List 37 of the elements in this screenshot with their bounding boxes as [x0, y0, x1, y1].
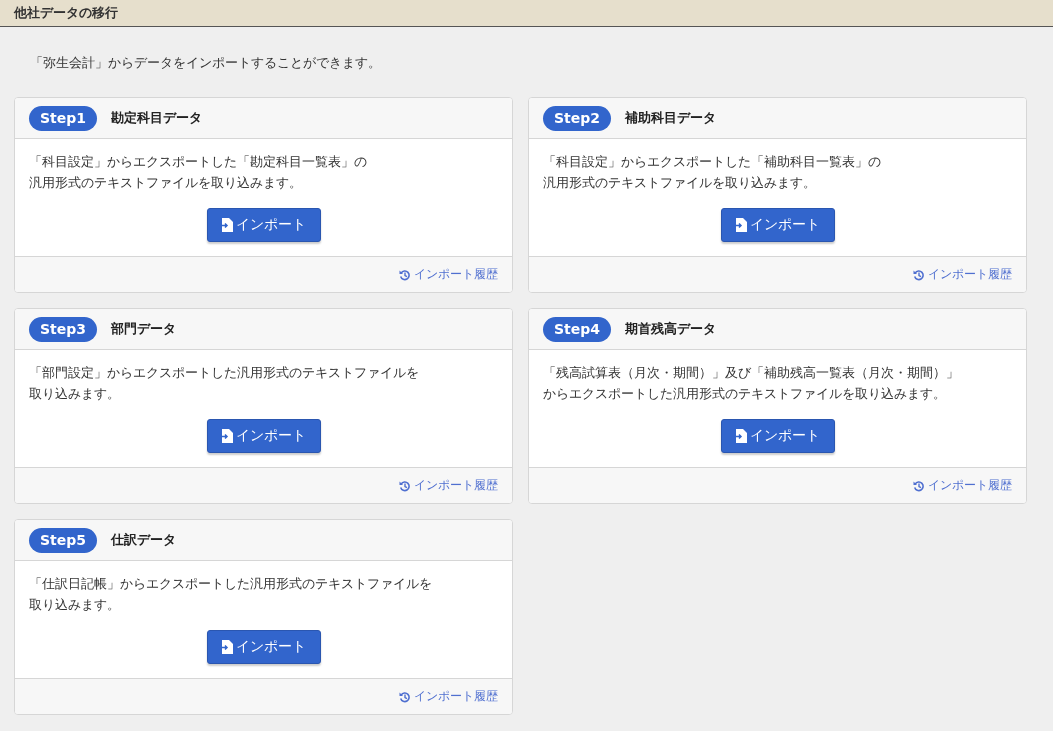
- page-title: 他社データの移行: [14, 4, 118, 22]
- card-title: 仕訳データ: [111, 531, 177, 549]
- card-description: 「科目設定」からエクスポートした「補助科目一覧表」の 汎用形式のテキストファイルを取り込みます。: [543, 153, 881, 192]
- history-icon: [913, 268, 925, 281]
- step-badge: Step4: [543, 316, 612, 342]
- card-description: 「残高試算表（月次・期間）」及び「補助残高一覧表（月次・期間）」 からエクスポートした汎用形式のテキストファイルを取り込みます。: [543, 364, 959, 403]
- file-import-icon: [221, 640, 233, 654]
- history-link[interactable]: インポート履歴: [399, 688, 498, 705]
- history-link[interactable]: インポート履歴: [913, 477, 1012, 494]
- card-description: 「科目設定」からエクスポートした「勘定科目一覧表」の 汎用形式のテキストファイルを取り込みます。: [29, 153, 367, 192]
- file-import-icon: [735, 218, 747, 232]
- history-icon: [399, 479, 411, 492]
- history-icon: [913, 479, 925, 492]
- import-button[interactable]: インポート: [720, 419, 835, 453]
- history-link[interactable]: インポート履歴: [913, 266, 1012, 283]
- card-description: 「仕訳日記帳」からエクスポートした汎用形式のテキストファイルを 取り込みます。: [29, 575, 432, 614]
- step-badge: Step5: [29, 527, 98, 553]
- card-title: 部門データ: [111, 320, 177, 338]
- history-link[interactable]: インポート履歴: [399, 266, 498, 283]
- import-button[interactable]: インポート: [720, 208, 835, 242]
- card-title: 補助科目データ: [625, 109, 717, 127]
- import-button[interactable]: インポート: [206, 630, 321, 664]
- card-title: 期首残高データ: [625, 320, 717, 338]
- step-badge: Step2: [543, 105, 612, 131]
- history-icon: [399, 268, 411, 281]
- card-title: 勘定科目データ: [111, 109, 203, 127]
- history-icon: [399, 690, 411, 703]
- intro-text: 「弥生会計」からデータをインポートすることができます。: [30, 54, 381, 72]
- file-import-icon: [735, 429, 747, 443]
- import-button[interactable]: インポート: [206, 419, 321, 453]
- import-button[interactable]: インポート: [206, 208, 321, 242]
- card-description: 「部門設定」からエクスポートした汎用形式のテキストファイルを 取り込みます。: [29, 364, 419, 403]
- file-import-icon: [221, 218, 233, 232]
- history-link[interactable]: インポート履歴: [399, 477, 498, 494]
- step-badge: Step1: [29, 105, 98, 131]
- step-badge: Step3: [29, 316, 98, 342]
- file-import-icon: [221, 429, 233, 443]
